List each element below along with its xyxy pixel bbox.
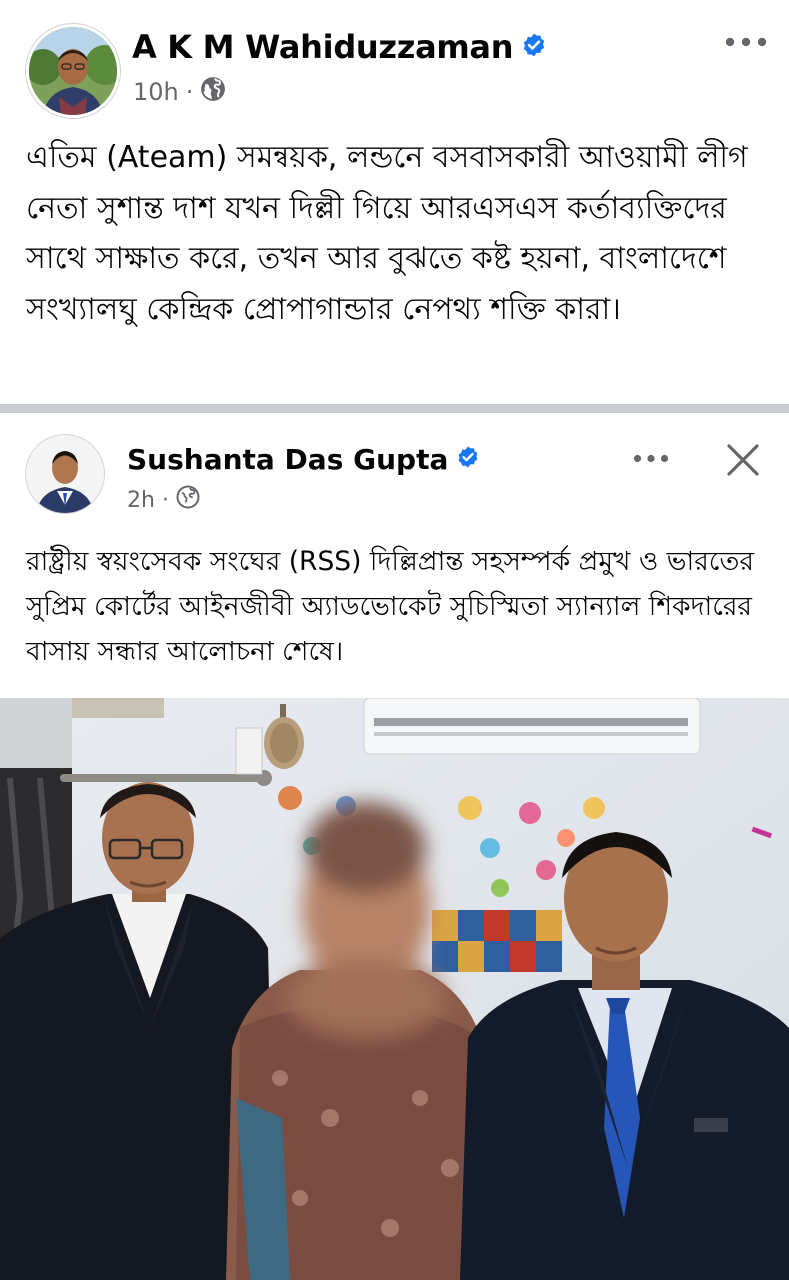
post-photo[interactable] xyxy=(0,698,789,1280)
globe-icon[interactable] xyxy=(176,485,200,515)
shared-post-text: রাষ্ট্রীয় স্বয়ংসেবক সংঘের (RSS) দিল্লি… xyxy=(26,546,754,667)
avatar-photo xyxy=(26,435,104,513)
verified-badge-icon xyxy=(456,443,480,476)
globe-icon[interactable] xyxy=(200,76,226,108)
verified-badge-icon xyxy=(521,28,547,66)
post-time[interactable]: 10h xyxy=(133,78,179,106)
close-button[interactable] xyxy=(718,437,768,483)
meta-separator: · xyxy=(185,78,194,106)
group-photo xyxy=(0,698,789,1280)
more-options-button[interactable] xyxy=(718,24,774,60)
shared-author-name-text[interactable]: Sushanta Das Gupta xyxy=(127,443,448,476)
more-options-icon xyxy=(633,454,669,462)
more-options-icon xyxy=(725,37,767,47)
shared-post: Sushanta Das Gupta 2h · রাষ্ট্রীয় স্বয়… xyxy=(0,413,789,1280)
meta-separator: · xyxy=(161,487,169,513)
author-name[interactable]: A K M Wahiduzzaman xyxy=(132,28,547,68)
avatar-photo xyxy=(29,27,117,115)
shared-author-avatar[interactable] xyxy=(26,435,104,513)
shared-post-time[interactable]: 2h xyxy=(127,488,155,513)
post-meta: 10h · xyxy=(133,76,226,108)
shared-author-name[interactable]: Sushanta Das Gupta xyxy=(127,443,480,478)
shared-more-options-button[interactable] xyxy=(628,441,674,475)
author-avatar[interactable] xyxy=(26,24,120,118)
author-name-text[interactable]: A K M Wahiduzzaman xyxy=(132,28,513,66)
outer-post: A K M Wahiduzzaman 10h · এতিম (Ateam) সম… xyxy=(0,0,789,404)
post-text: এতিম (Ateam) সমন্বয়ক, লন্ডনে বসবাসকারী … xyxy=(26,140,748,327)
shared-post-meta: 2h · xyxy=(127,485,200,515)
close-icon xyxy=(727,444,759,476)
post-divider xyxy=(0,404,789,413)
